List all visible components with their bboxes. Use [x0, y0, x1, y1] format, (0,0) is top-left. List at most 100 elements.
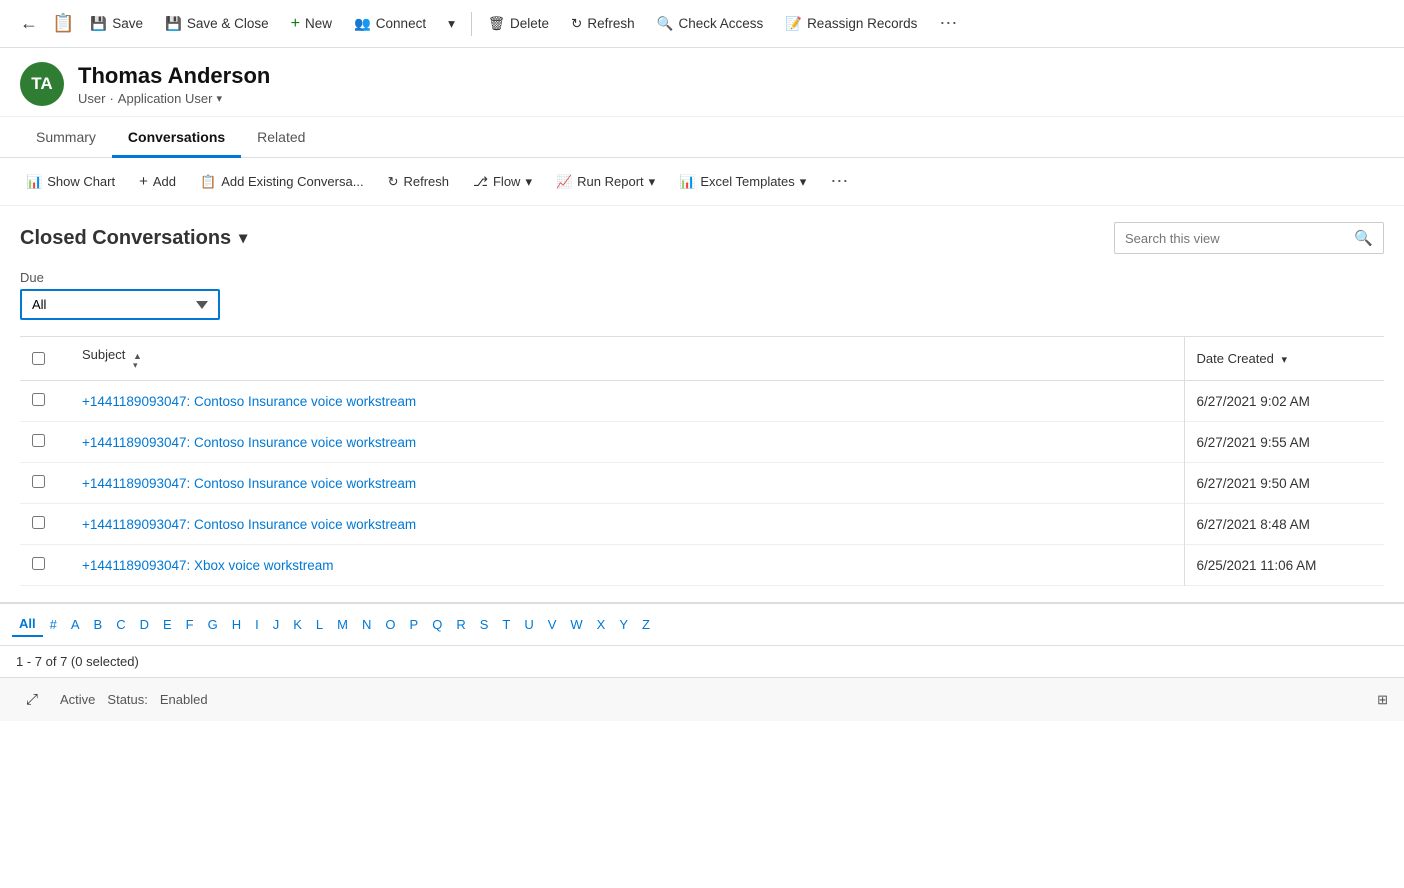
alpha-nav-w[interactable]: W — [563, 613, 589, 636]
row-checkbox-3[interactable] — [32, 516, 45, 529]
sub-more-button[interactable]: ⋯ — [820, 166, 858, 197]
alpha-nav-n[interactable]: N — [355, 613, 378, 636]
table-row: +1441189093047: Contoso Insurance voice … — [20, 422, 1384, 463]
alpha-nav-e[interactable]: E — [156, 613, 179, 636]
record-type: User — [78, 91, 105, 106]
date-column-header[interactable]: Date Created ▾ — [1184, 337, 1384, 381]
record-subtitle[interactable]: User · Application User ▾ — [78, 91, 270, 106]
connect-button[interactable]: 👥 Connect — [344, 10, 436, 38]
subject-sort-icons[interactable]: ▲ ▾ — [133, 352, 142, 370]
row-subject-cell: +1441189093047: Contoso Insurance voice … — [70, 381, 1184, 422]
save-close-button[interactable]: 💾 Save & Close — [155, 10, 279, 38]
view-title-text: Closed Conversations — [20, 227, 231, 250]
more-options-button[interactable]: ⋯ — [929, 7, 967, 40]
subject-column-header[interactable]: Subject ▲ ▾ — [70, 337, 1184, 381]
bottom-right-icons: ⊞ — [1377, 692, 1388, 708]
expand-button[interactable]: ⤢ — [16, 686, 48, 713]
content-area: Closed Conversations ▾ 🔍 Due All Today T… — [0, 206, 1404, 602]
sub-refresh-button[interactable]: ↻ Refresh — [378, 169, 459, 195]
table-row: +1441189093047: Contoso Insurance voice … — [20, 463, 1384, 504]
alpha-nav-x[interactable]: X — [590, 613, 613, 636]
conversation-link-1[interactable]: +1441189093047: Contoso Insurance voice … — [82, 435, 416, 450]
search-input[interactable] — [1115, 225, 1344, 252]
alpha-nav-t[interactable]: T — [495, 613, 517, 636]
alpha-nav-y[interactable]: Y — [612, 613, 635, 636]
row-checkbox-2[interactable] — [32, 475, 45, 488]
row-checkbox-0[interactable] — [32, 393, 45, 406]
alpha-nav-z[interactable]: Z — [635, 613, 657, 636]
flow-icon: ⎇ — [473, 174, 488, 190]
alpha-nav-m[interactable]: M — [330, 613, 355, 636]
alpha-nav-a[interactable]: A — [64, 613, 87, 636]
view-title-chevron-icon[interactable]: ▾ — [239, 228, 247, 248]
alpha-nav-v[interactable]: V — [541, 613, 564, 636]
run-report-button[interactable]: 📈 Run Report ▾ — [546, 169, 665, 195]
add-existing-button[interactable]: 📋 Add Existing Conversa... — [190, 169, 374, 195]
tab-summary[interactable]: Summary — [20, 117, 112, 158]
tab-related[interactable]: Related — [241, 117, 321, 158]
alpha-nav-h[interactable]: H — [225, 613, 248, 636]
alpha-nav-k[interactable]: K — [286, 613, 309, 636]
alpha-nav-p[interactable]: P — [403, 613, 426, 636]
check-access-button[interactable]: 🔍 Check Access — [647, 10, 774, 38]
search-button[interactable]: 🔍 — [1344, 223, 1383, 253]
due-filter-select[interactable]: All Today This Week This Month — [20, 289, 220, 320]
reassign-button[interactable]: 📝 Reassign Records — [775, 10, 927, 38]
alpha-nav-u[interactable]: U — [517, 613, 540, 636]
alpha-nav-all[interactable]: All — [12, 612, 43, 637]
alpha-nav-g[interactable]: G — [201, 613, 225, 636]
alpha-nav-f[interactable]: F — [179, 613, 201, 636]
add-button[interactable]: + Add — [129, 168, 186, 195]
row-date-cell: 6/27/2021 9:02 AM — [1184, 381, 1384, 422]
bottom-bar: ⤢ Active Status: Enabled ⊞ — [0, 677, 1404, 721]
sort-down-icon: ▾ — [133, 361, 142, 370]
table-row: +1441189093047: Contoso Insurance voice … — [20, 381, 1384, 422]
save-button[interactable]: 💾 Save — [80, 10, 153, 38]
back-button[interactable]: ← — [12, 7, 46, 40]
alpha-nav-q[interactable]: Q — [425, 613, 449, 636]
row-check-cell — [20, 422, 70, 463]
connect-icon: 👥 — [354, 16, 371, 32]
alpha-nav-b[interactable]: B — [87, 613, 110, 636]
check-column-header — [20, 337, 70, 381]
table-header: Subject ▲ ▾ Date Created ▾ — [20, 337, 1384, 381]
refresh-button[interactable]: ↻ Refresh — [561, 10, 645, 38]
pagination-status: 1 - 7 of 7 (0 selected) — [0, 646, 1404, 677]
alpha-nav-l[interactable]: L — [309, 613, 330, 636]
add-existing-icon: 📋 — [200, 174, 216, 190]
view-title-container: Closed Conversations ▾ — [20, 227, 247, 250]
run-report-icon: 📈 — [556, 174, 572, 190]
sub-refresh-icon: ↻ — [388, 174, 399, 190]
row-checkbox-1[interactable] — [32, 434, 45, 447]
alpha-nav-r[interactable]: R — [449, 613, 472, 636]
new-button[interactable]: + New — [281, 9, 342, 39]
delete-button[interactable]: 🗑 Delete — [478, 10, 559, 38]
conversation-link-3[interactable]: +1441189093047: Contoso Insurance voice … — [82, 517, 416, 532]
doc-icon-button[interactable]: 📋 — [48, 9, 78, 38]
show-chart-button[interactable]: 📊 Show Chart — [16, 169, 125, 195]
select-all-checkbox[interactable] — [32, 352, 45, 365]
alpha-nav-s[interactable]: S — [473, 613, 496, 636]
alpha-nav-#[interactable]: # — [43, 613, 64, 636]
conversation-link-4[interactable]: +1441189093047: Xbox voice workstream — [82, 558, 334, 573]
alphabet-nav: All#ABCDEFGHIJKLMNOPQRSTUVWXYZ — [0, 602, 1404, 646]
alpha-nav-o[interactable]: O — [378, 613, 402, 636]
alpha-nav-i[interactable]: I — [248, 613, 266, 636]
alpha-nav-c[interactable]: C — [109, 613, 132, 636]
excel-templates-button[interactable]: 📊 Excel Templates ▾ — [669, 169, 816, 195]
tab-conversations[interactable]: Conversations — [112, 117, 241, 158]
conversation-link-2[interactable]: +1441189093047: Contoso Insurance voice … — [82, 476, 416, 491]
avatar: TA — [20, 62, 64, 106]
alpha-nav-j[interactable]: J — [266, 613, 287, 636]
flow-button[interactable]: ⎇ Flow ▾ — [463, 169, 542, 195]
filter-label: Due — [20, 270, 1384, 285]
document-icon: 📋 — [52, 13, 74, 34]
row-check-cell — [20, 545, 70, 586]
dropdown-arrow-button[interactable]: ▾ — [438, 10, 465, 38]
grid-icon: ⊞ — [1377, 692, 1388, 707]
row-checkbox-4[interactable] — [32, 557, 45, 570]
conversation-link-0[interactable]: +1441189093047: Contoso Insurance voice … — [82, 394, 416, 409]
row-check-cell — [20, 463, 70, 504]
table-row: +1441189093047: Contoso Insurance voice … — [20, 504, 1384, 545]
alpha-nav-d[interactable]: D — [133, 613, 156, 636]
